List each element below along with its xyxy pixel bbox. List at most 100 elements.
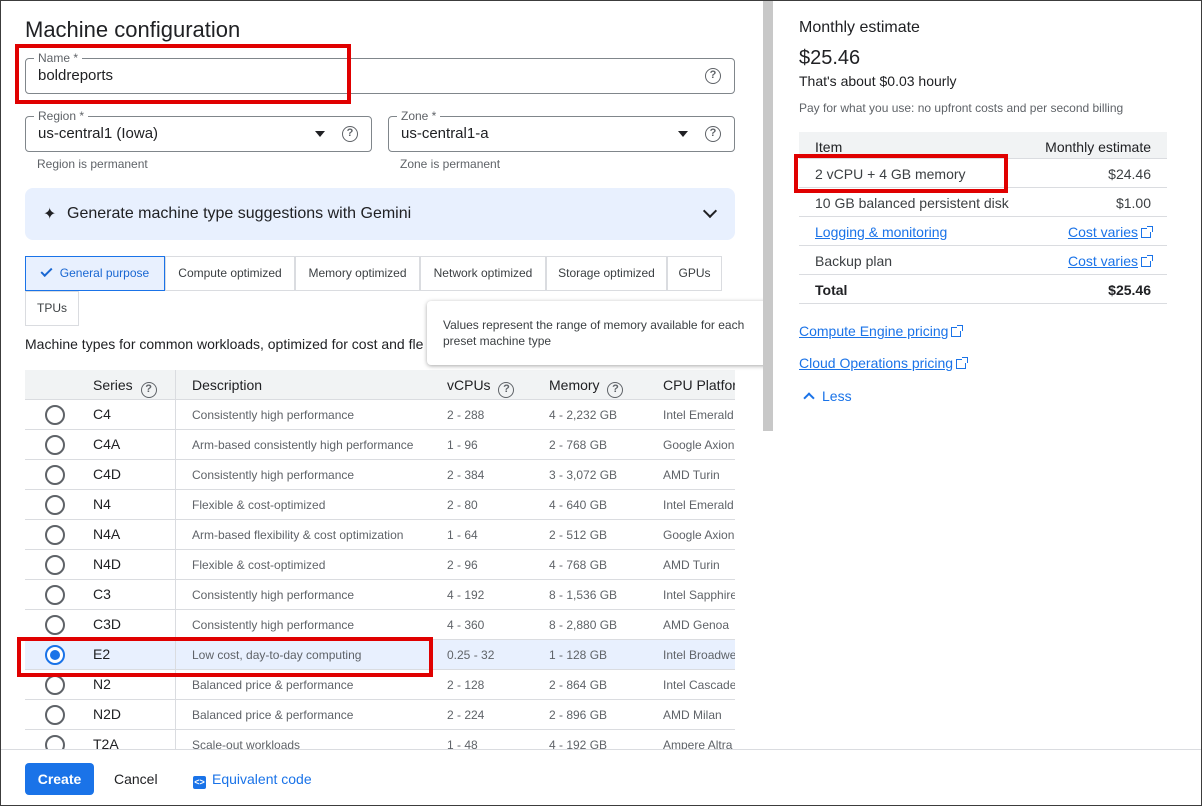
help-icon[interactable]: ? (705, 126, 721, 142)
description-cell: Balanced price & performance (192, 678, 354, 692)
cost-varies-link[interactable]: Cost varies (1068, 253, 1153, 269)
tab-label: GPUs (678, 266, 711, 280)
series-cell: C4A (93, 436, 121, 452)
radio-icon[interactable] (45, 435, 65, 455)
cost-varies-link[interactable]: Cost varies (1068, 224, 1153, 240)
item-label: Backup plan (815, 253, 893, 269)
vcpus-cell: 4 - 360 (447, 618, 485, 632)
help-icon[interactable]: ? (705, 68, 721, 84)
memory-cell: 3 - 3,072 GB (549, 468, 618, 482)
radio-icon[interactable] (45, 675, 65, 695)
tab-gpus[interactable]: GPUs (667, 256, 722, 291)
radio-icon[interactable] (45, 705, 65, 725)
radio-icon[interactable] (45, 585, 65, 605)
radio-icon[interactable] (45, 735, 65, 749)
vcpus-cell: 1 - 96 (447, 438, 478, 452)
radio-icon[interactable] (45, 525, 65, 545)
memory-cell: 8 - 1,536 GB (549, 588, 618, 602)
help-icon[interactable]: ? (498, 382, 515, 398)
series-cell: N4A (93, 526, 121, 542)
help-icon[interactable]: ? (342, 126, 358, 142)
estimate-row-total: Total $25.46 (799, 275, 1167, 304)
column-divider (175, 370, 176, 749)
chevron-down-icon[interactable] (702, 203, 718, 219)
total-label: Total (815, 282, 848, 298)
radio-icon[interactable] (45, 555, 65, 575)
cancel-button[interactable]: Cancel (114, 771, 158, 787)
series-cell: T2A (93, 736, 119, 749)
zone-select[interactable]: Zone * us-central1-a ? (388, 109, 735, 152)
external-link-icon (951, 325, 964, 337)
tab-memory-optimized[interactable]: Memory optimized (295, 256, 420, 291)
estimate-hourly: That's about $0.03 hourly (799, 73, 957, 89)
memory-cell: 4 - 640 GB (549, 498, 608, 512)
vcpus-cell: 2 - 128 (447, 678, 485, 692)
dropdown-arrow-icon[interactable] (678, 131, 688, 137)
header-vcpus: vCPUs ? (447, 377, 515, 398)
cpu-platform-cell: AMD Turin (663, 558, 720, 572)
table-row[interactable]: C4A Arm-based consistently high performan… (25, 430, 735, 460)
memory-cell: 4 - 2,232 GB (549, 408, 618, 422)
table-row[interactable]: N2D Balanced price & performance 2 - 224 2 … (25, 700, 735, 730)
tab-tpus[interactable]: TPUs (25, 291, 79, 326)
tab-network-optimized[interactable]: Network optimized (420, 256, 546, 291)
table-row[interactable]: C4D Consistently high performance 2 - 384 3… (25, 460, 735, 490)
description-cell: Balanced price & performance (192, 708, 354, 722)
help-icon[interactable]: ? (140, 382, 157, 398)
logging-monitoring-link[interactable]: Logging & monitoring (815, 224, 947, 240)
memory-cell: 8 - 2,880 GB (549, 618, 618, 632)
vcpus-cell: 2 - 288 (447, 408, 485, 422)
table-row[interactable]: C4 Consistently high performance 2 - 288 4 … (25, 400, 735, 430)
cpu-platform-cell: AMD Genoa (663, 618, 730, 632)
equivalent-code-button[interactable]: <> Equivalent code (193, 771, 312, 789)
radio-icon[interactable] (45, 615, 65, 635)
series-cell: C3 (93, 586, 111, 602)
help-icon[interactable]: ? (607, 382, 624, 398)
tab-storage-optimized[interactable]: Storage optimized (546, 256, 667, 291)
radio-icon[interactable] (45, 405, 65, 425)
region-hint: Region is permanent (37, 157, 148, 171)
header-series: Series ? (93, 377, 157, 398)
tooltip-text: Values represent the range of memory ava… (443, 318, 745, 348)
header-description: Description (192, 377, 263, 393)
table-row[interactable]: N4D Flexible & cost-optimized 2 - 96 4 - 76… (25, 550, 735, 580)
table-row[interactable]: T2A Scale-out workloads 1 - 48 4 - 192 GB Am… (25, 730, 735, 749)
series-cell: C4 (93, 406, 111, 422)
description-cell: Consistently high performance (192, 588, 355, 602)
region-select[interactable]: Region * us-central1 (Iowa) ? (25, 109, 372, 152)
memory-cell: 2 - 768 GB (549, 438, 608, 452)
tab-label: Compute optimized (178, 266, 282, 280)
radio-icon[interactable] (45, 495, 65, 515)
vcpus-cell: 2 - 224 (447, 708, 485, 722)
table-row[interactable]: C3D Consistently high performance 4 - 360 8… (25, 610, 735, 640)
less-button[interactable]: Less (803, 388, 852, 404)
table-row[interactable]: C3 Consistently high performance 4 - 192 8 … (25, 580, 735, 610)
region-value: us-central1 (Iowa) (38, 125, 159, 142)
table-row[interactable]: N4A Arm-based flexibility & cost optimiza… (25, 520, 735, 550)
check-icon (40, 264, 53, 278)
vcpus-cell: 4 - 192 (447, 588, 485, 602)
region-label: Region * (34, 109, 89, 123)
radio-icon[interactable] (45, 465, 65, 485)
zone-label: Zone * (397, 109, 441, 123)
tab-general-purpose[interactable]: General purpose (25, 256, 165, 291)
total-value: $25.46 (1108, 282, 1151, 298)
table-row[interactable]: N4 Flexible & cost-optimized 2 - 80 4 - 640… (25, 490, 735, 520)
item-value: $1.00 (1115, 195, 1151, 211)
description-cell: Scale-out workloads (192, 738, 301, 749)
vcpus-cell: 1 - 64 (447, 528, 478, 542)
compute-engine-pricing-link[interactable]: Compute Engine pricing (799, 323, 964, 339)
gemini-label: Generate machine type suggestions with G… (67, 205, 412, 222)
create-button[interactable]: Create (25, 763, 94, 795)
description-cell: Consistently high performance (192, 408, 355, 422)
scrollbar[interactable] (763, 1, 773, 431)
dropdown-arrow-icon[interactable] (315, 131, 325, 137)
gemini-suggestions-panel[interactable]: ✦ Generate machine type suggestions with… (25, 188, 735, 240)
footer-actions: Create Cancel <> Equivalent code (1, 749, 1201, 805)
gemini-spark-icon: ✦ (43, 206, 57, 223)
vcpus-cell: 0.25 - 32 (447, 648, 495, 662)
chevron-up-icon (803, 392, 815, 404)
tab-compute-optimized[interactable]: Compute optimized (165, 256, 295, 291)
cloud-operations-pricing-link[interactable]: Cloud Operations pricing (799, 355, 969, 371)
cpu-platform-cell: AMD Milan (663, 708, 722, 722)
